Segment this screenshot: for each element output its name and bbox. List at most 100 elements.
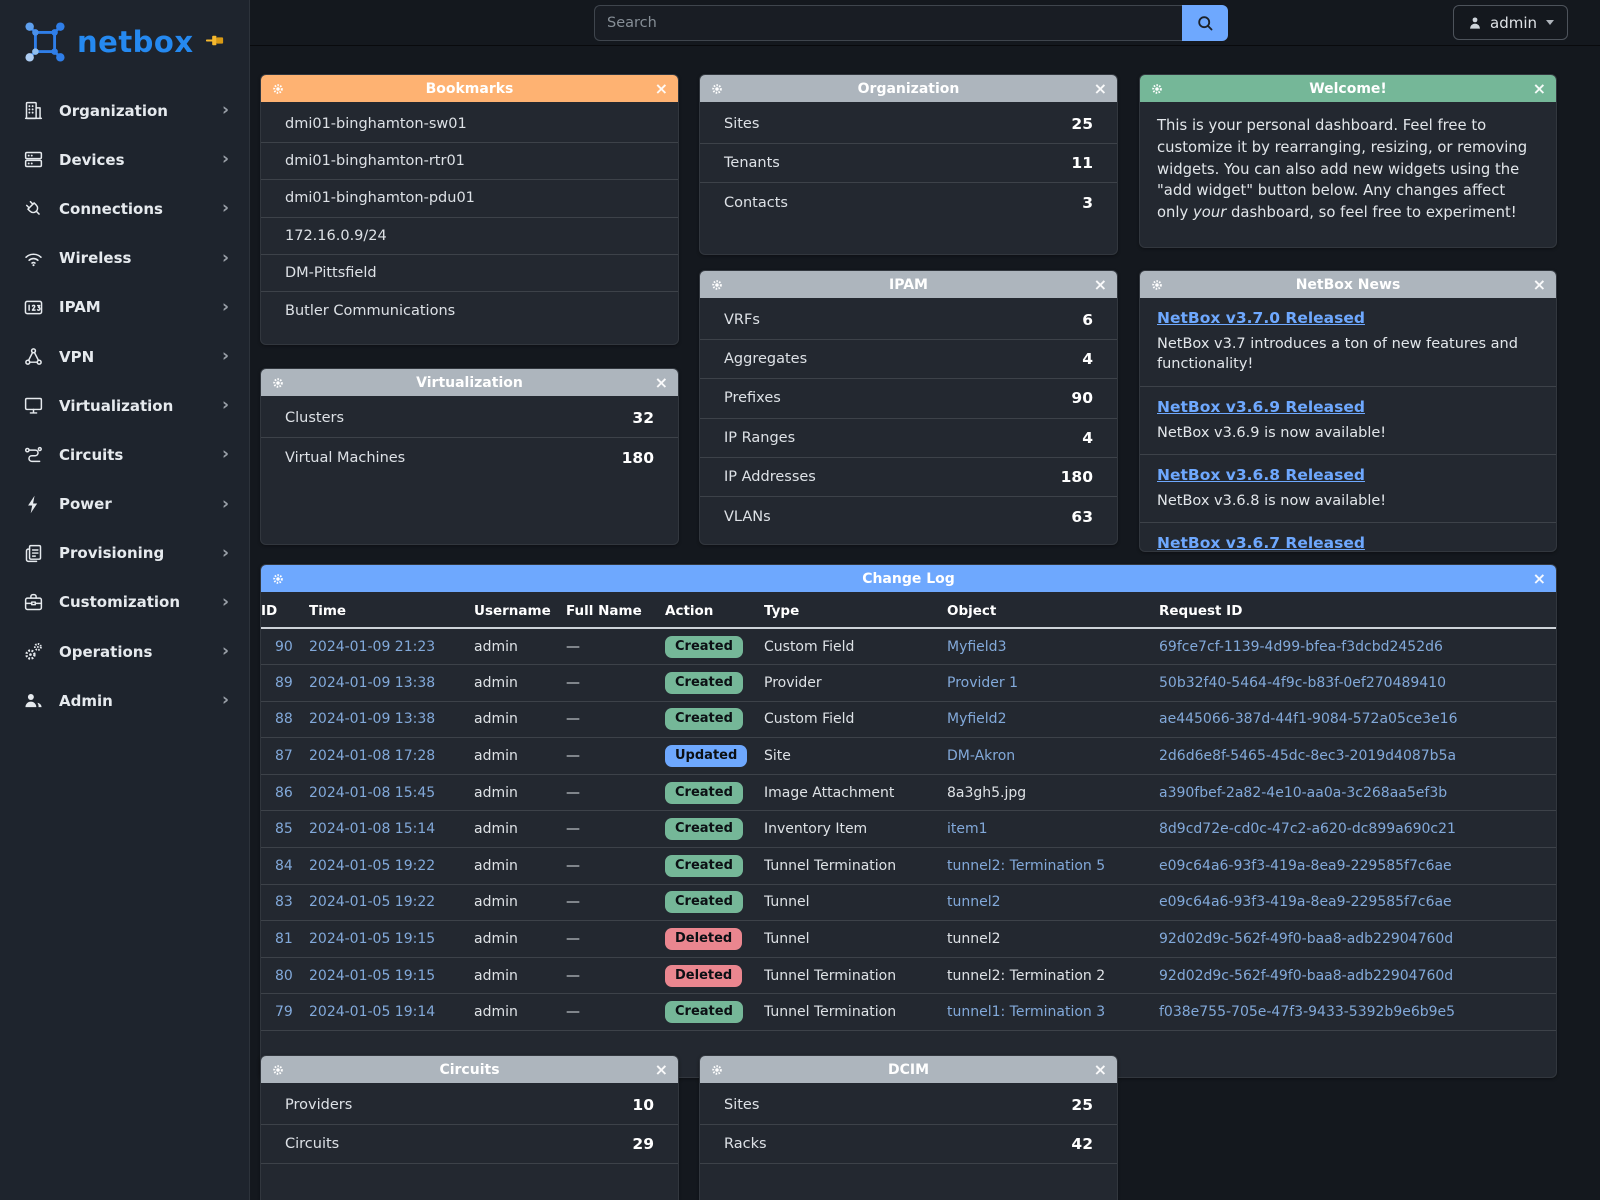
widget-close-icon[interactable]: × — [652, 81, 668, 97]
stat-link-ip-ranges[interactable]: IP Ranges — [724, 430, 795, 446]
widget-config-icon[interactable] — [710, 1062, 726, 1078]
news-link-netbox-v3-6-7-released[interactable]: NetBox v3.6.7 Released — [1157, 534, 1365, 552]
changelog-object-link[interactable]: Provider 1 — [947, 675, 1018, 691]
changelog-time-link[interactable]: 2024-01-08 15:14 — [309, 821, 435, 837]
widget-config-icon[interactable] — [1150, 81, 1166, 97]
sidebar-item-ipam[interactable]: IPAM › — [0, 283, 249, 332]
sidebar-item-organization[interactable]: Organization › — [0, 86, 249, 135]
sidebar-item-circuits[interactable]: Circuits › — [0, 430, 249, 479]
request-id-link[interactable]: 92d02d9c-562f-49f0-baa8-adb22904760d — [1159, 931, 1453, 947]
widget-config-icon[interactable] — [1150, 277, 1166, 293]
stat-link-providers[interactable]: Providers — [285, 1097, 352, 1113]
changelog-object-link[interactable]: tunnel2: Termination 5 — [947, 858, 1105, 874]
stat-link-ip-addresses[interactable]: IP Addresses — [724, 469, 816, 485]
widget-config-icon[interactable] — [710, 277, 726, 293]
changelog-time-link[interactable]: 2024-01-09 13:38 — [309, 711, 435, 727]
request-id-link[interactable]: 92d02d9c-562f-49f0-baa8-adb22904760d — [1159, 968, 1453, 984]
changelog-time-link[interactable]: 2024-01-08 17:28 — [309, 748, 435, 764]
changelog-object-link[interactable]: Myfield2 — [947, 711, 1006, 727]
news-link-netbox-v3-6-9-released[interactable]: NetBox v3.6.9 Released — [1157, 398, 1365, 416]
sidebar-item-admin[interactable]: Admin › — [0, 676, 249, 725]
sidebar-item-virtualization[interactable]: Virtualization › — [0, 381, 249, 430]
stat-link-clusters[interactable]: Clusters — [285, 410, 344, 426]
sidebar-item-power[interactable]: Power › — [0, 480, 249, 529]
changelog-object-link[interactable]: tunnel1: Termination 3 — [947, 1004, 1105, 1020]
changelog-id-link[interactable]: 90 — [275, 639, 293, 655]
request-id-link[interactable]: 8d9cd72e-cd0c-47c2-a620-dc899a690c21 — [1159, 821, 1456, 837]
stat-link-sites[interactable]: Sites — [724, 1097, 759, 1113]
bookmark-link-dm-pittsfield[interactable]: DM-Pittsfield — [261, 255, 678, 292]
changelog-object-link[interactable]: DM-Akron — [947, 748, 1015, 764]
stat-link-sites[interactable]: Sites — [724, 116, 759, 132]
sidebar-item-vpn[interactable]: VPN › — [0, 332, 249, 381]
sidebar-item-provisioning[interactable]: Provisioning › — [0, 529, 249, 578]
request-id-link[interactable]: a390fbef-2a82-4e10-aa0a-3c268aa5ef3b — [1159, 785, 1447, 801]
changelog-time-link[interactable]: 2024-01-05 19:22 — [309, 858, 435, 874]
request-id-link[interactable]: ae445066-387d-44f1-9084-572a05ce3e16 — [1159, 711, 1458, 727]
request-id-link[interactable]: e09c64a6-93f3-419a-8ea9-229585f7c6ae — [1159, 858, 1452, 874]
bookmark-link-172-16-0-9-24[interactable]: 172.16.0.9/24 — [261, 218, 678, 255]
changelog-id-link[interactable]: 88 — [275, 711, 293, 727]
stat-link-tenants[interactable]: Tenants — [724, 155, 780, 171]
brand-name[interactable]: netbox — [77, 25, 194, 59]
widget-config-icon[interactable] — [271, 1062, 287, 1078]
changelog-id-link[interactable]: 89 — [275, 675, 293, 691]
stat-link-vrfs[interactable]: VRFs — [724, 312, 760, 328]
stat-link-prefixes[interactable]: Prefixes — [724, 390, 781, 406]
stat-link-virtual-machines[interactable]: Virtual Machines — [285, 450, 405, 466]
widget-close-icon[interactable]: × — [652, 375, 668, 391]
changelog-time-link[interactable]: 2024-01-05 19:15 — [309, 931, 435, 947]
sidebar-item-customization[interactable]: Customization › — [0, 578, 249, 627]
changelog-object-link[interactable]: tunnel2: Termination 2 — [947, 968, 1105, 984]
stat-link-circuits[interactable]: Circuits — [285, 1136, 339, 1152]
bookmark-link-dmi01-binghamton-rtr01[interactable]: dmi01-binghamton-rtr01 — [261, 143, 678, 180]
stat-link-aggregates[interactable]: Aggregates — [724, 351, 807, 367]
changelog-object-link[interactable]: Myfield3 — [947, 639, 1006, 655]
news-link-netbox-v3-6-8-released[interactable]: NetBox v3.6.8 Released — [1157, 466, 1365, 484]
search-button[interactable] — [1182, 5, 1228, 41]
changelog-id-link[interactable]: 84 — [275, 858, 293, 874]
request-id-link[interactable]: f038e755-705e-47f3-9433-5392b9e6b9e5 — [1159, 1004, 1455, 1020]
widget-close-icon[interactable]: × — [1091, 81, 1107, 97]
sidebar-item-connections[interactable]: Connections › — [0, 184, 249, 233]
request-id-link[interactable]: 50b32f40-5464-4f9c-b83f-0ef270489410 — [1159, 675, 1446, 691]
request-id-link[interactable]: 2d6d6e8f-5465-45dc-8ec3-2019d4087b5a — [1159, 748, 1456, 764]
request-id-link[interactable]: 69fce7cf-1139-4d99-bfea-f3dcbd2452d6 — [1159, 639, 1443, 655]
request-id-link[interactable]: e09c64a6-93f3-419a-8ea9-229585f7c6ae — [1159, 894, 1452, 910]
sidebar-item-devices[interactable]: Devices › — [0, 135, 249, 184]
changelog-id-link[interactable]: 87 — [275, 748, 293, 764]
widget-close-icon[interactable]: × — [1530, 81, 1546, 97]
widget-close-icon[interactable]: × — [1091, 277, 1107, 293]
changelog-object-link[interactable]: item1 — [947, 821, 988, 837]
widget-close-icon[interactable]: × — [1530, 571, 1546, 587]
netbox-logo-icon[interactable] — [22, 19, 68, 65]
stat-link-racks[interactable]: Racks — [724, 1136, 767, 1152]
changelog-time-link[interactable]: 2024-01-09 21:23 — [309, 639, 435, 655]
widget-close-icon[interactable]: × — [652, 1062, 668, 1078]
widget-config-icon[interactable] — [271, 571, 287, 587]
news-link-netbox-v3-7-0-released[interactable]: NetBox v3.7.0 Released — [1157, 309, 1365, 327]
bookmark-link-butler-communications[interactable]: Butler Communications — [261, 292, 678, 329]
search-input[interactable] — [594, 5, 1182, 41]
widget-config-icon[interactable] — [271, 81, 287, 97]
sidebar-item-wireless[interactable]: Wireless › — [0, 234, 249, 283]
changelog-time-link[interactable]: 2024-01-05 19:15 — [309, 968, 435, 984]
changelog-object-link[interactable]: 8a3gh5.jpg — [947, 785, 1026, 801]
stat-link-contacts[interactable]: Contacts — [724, 195, 788, 211]
sidebar-pin-icon[interactable] — [206, 33, 225, 52]
changelog-time-link[interactable]: 2024-01-09 13:38 — [309, 675, 435, 691]
widget-config-icon[interactable] — [710, 81, 726, 97]
changelog-id-link[interactable]: 79 — [275, 1004, 293, 1020]
changelog-id-link[interactable]: 81 — [275, 931, 293, 947]
changelog-object-link[interactable]: tunnel2 — [947, 931, 1001, 947]
changelog-time-link[interactable]: 2024-01-08 15:45 — [309, 785, 435, 801]
sidebar-item-operations[interactable]: Operations › — [0, 627, 249, 676]
stat-link-vlans[interactable]: VLANs — [724, 509, 771, 525]
changelog-id-link[interactable]: 85 — [275, 821, 293, 837]
bookmark-link-dmi01-binghamton-pdu01[interactable]: dmi01-binghamton-pdu01 — [261, 180, 678, 217]
bookmark-link-dmi01-binghamton-sw01[interactable]: dmi01-binghamton-sw01 — [261, 106, 678, 143]
user-menu-button[interactable]: admin — [1453, 5, 1568, 40]
widget-config-icon[interactable] — [271, 375, 287, 391]
changelog-time-link[interactable]: 2024-01-05 19:22 — [309, 894, 435, 910]
changelog-id-link[interactable]: 86 — [275, 785, 293, 801]
